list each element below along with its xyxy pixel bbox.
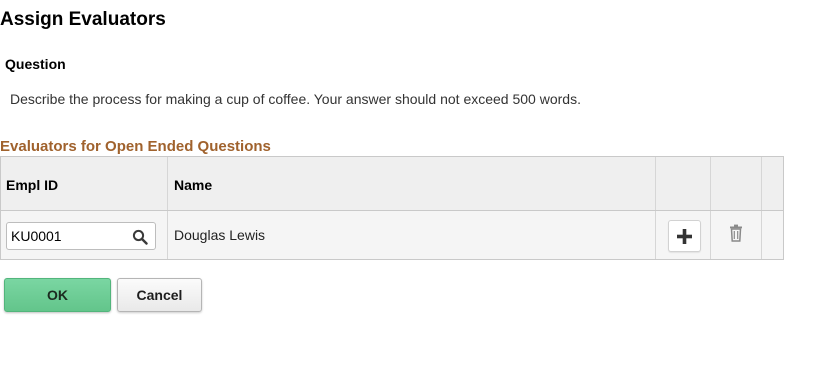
page-title: Assign Evaluators	[0, 9, 166, 30]
add-row-cell	[656, 211, 711, 259]
table-row: Douglas Lewis	[1, 211, 783, 259]
header-cell-empl-id: Empl ID	[1, 157, 168, 210]
header-cell-add	[656, 157, 711, 210]
extra-cell	[762, 211, 783, 259]
header-cell-name: Name	[168, 157, 656, 210]
empl-id-field	[6, 222, 156, 250]
column-header-name: Name	[174, 177, 213, 193]
empl-id-input[interactable]	[11, 226, 123, 246]
empl-id-cell	[1, 211, 168, 259]
question-text: Describe the process for making a cup of…	[10, 91, 581, 107]
evaluators-grid: Empl ID Name Douglas Lewis	[0, 156, 784, 260]
grid-header-row: Empl ID Name	[1, 157, 783, 211]
delete-row-cell	[711, 211, 762, 259]
evaluator-name: Douglas Lewis	[174, 227, 266, 243]
plus-icon	[677, 229, 692, 244]
trash-icon[interactable]	[728, 224, 744, 242]
search-icon[interactable]	[132, 229, 148, 245]
question-label: Question	[5, 56, 66, 72]
header-cell-extra	[762, 157, 783, 210]
cancel-button[interactable]: Cancel	[117, 278, 202, 312]
column-header-empl-id: Empl ID	[6, 177, 59, 193]
add-row-button[interactable]	[668, 220, 701, 252]
section-title: Evaluators for Open Ended Questions	[0, 138, 271, 155]
name-cell: Douglas Lewis	[168, 211, 656, 259]
header-cell-delete	[711, 157, 762, 210]
ok-button[interactable]: OK	[4, 278, 111, 312]
